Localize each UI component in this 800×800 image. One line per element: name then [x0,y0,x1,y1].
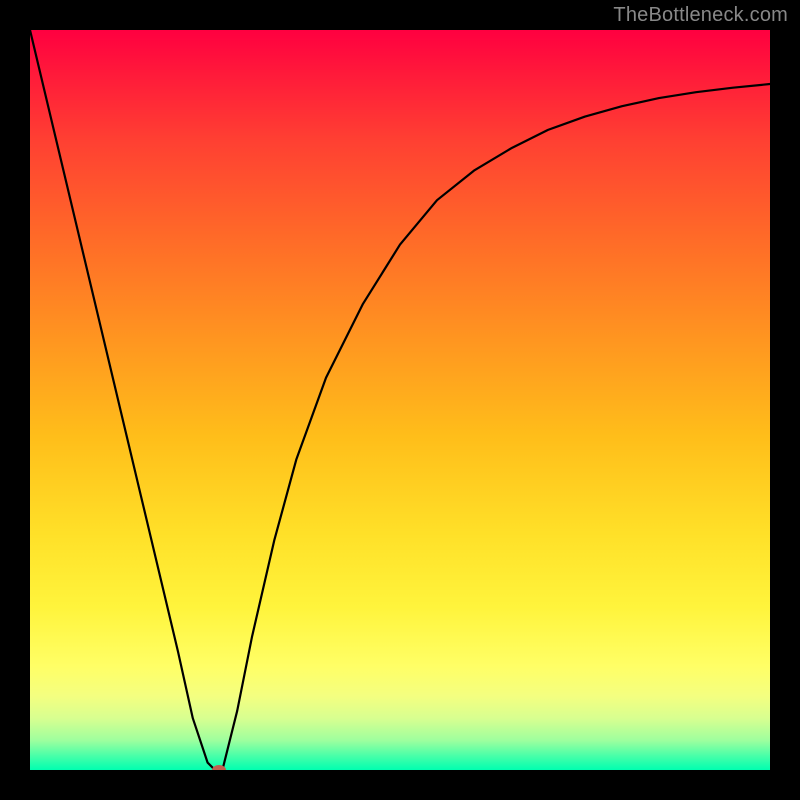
curve-svg [30,30,770,770]
watermark-text: TheBottleneck.com [613,4,788,27]
bottleneck-curve [30,30,770,770]
minimum-marker [212,765,226,770]
chart-frame: TheBottleneck.com [0,0,800,800]
plot-area [30,30,770,770]
